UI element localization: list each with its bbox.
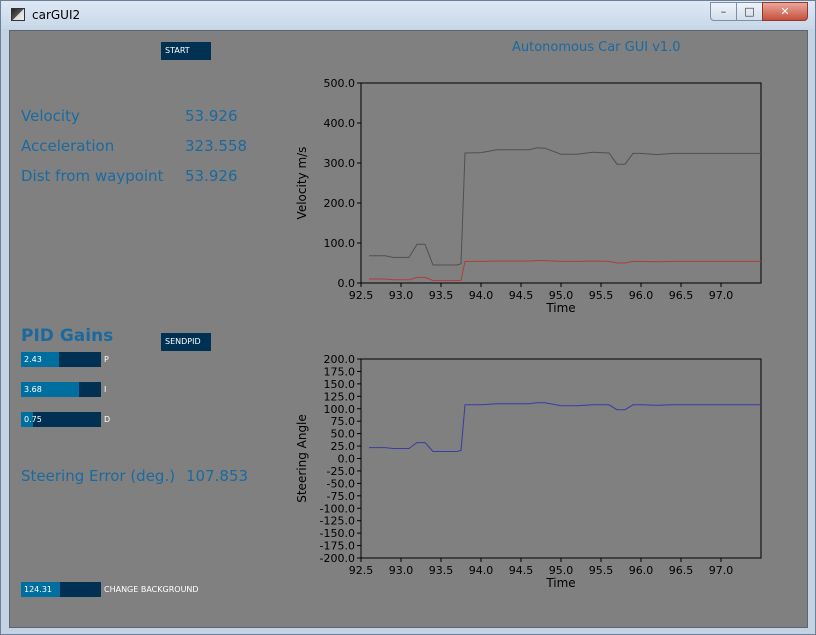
window-title: carGUI2: [32, 8, 81, 22]
velocity-value: 53.926: [185, 107, 238, 125]
maximize-button[interactable]: □: [736, 2, 763, 21]
x-axis-label: Time: [545, 301, 575, 315]
x-tick-label: 94.0: [469, 564, 494, 577]
y-tick-label: 200.0: [324, 353, 356, 366]
background-slider[interactable]: 124.31 CHANGE BACKGROUND: [21, 582, 199, 597]
y-tick-label: -100.0: [320, 502, 355, 515]
x-tick-label: 96.5: [669, 289, 694, 302]
slider-value: 3.68: [24, 385, 42, 394]
title-bar[interactable]: carGUI2 – □ ✕: [1, 1, 815, 29]
x-tick-label: 93.5: [429, 289, 454, 302]
y-tick-label: -50.0: [327, 477, 355, 490]
slider-value: 124.31: [24, 585, 52, 594]
y-tick-label: 75.0: [331, 415, 356, 428]
y-axis-label: Velocity m/s: [295, 147, 309, 220]
x-axis-label: Time: [545, 576, 575, 590]
y-tick-label: 200.0: [324, 197, 356, 210]
y-tick-label: 500.0: [324, 77, 356, 90]
close-button[interactable]: ✕: [762, 2, 808, 21]
app-title: Autonomous Car GUI v1.0: [512, 40, 681, 55]
y-tick-label: 150.0: [324, 378, 356, 391]
x-tick-label: 96.5: [669, 564, 694, 577]
plot-area: [360, 82, 762, 284]
y-tick-label: 125.0: [324, 390, 356, 403]
app-window: carGUI2 – □ ✕ START Autonomous Car GUI v…: [0, 0, 816, 635]
x-tick-label: 96.0: [629, 564, 654, 577]
p-gain-slider[interactable]: 2.43 P: [21, 352, 109, 367]
y-tick-label: -125.0: [320, 515, 355, 528]
app-icon: [11, 8, 25, 21]
x-tick-label: 93.0: [389, 289, 414, 302]
velocity-label: Velocity: [21, 107, 80, 125]
y-tick-label: 100.0: [324, 403, 356, 416]
steering-error-label: Steering Error (deg.): [21, 467, 176, 485]
y-tick-label: 0.0: [338, 453, 356, 466]
slider-caption: CHANGE BACKGROUND: [104, 585, 199, 594]
slider-value: 2.43: [24, 355, 42, 364]
i-gain-slider[interactable]: 3.68 I: [21, 382, 106, 397]
dist-label: Dist from waypoint: [21, 167, 164, 185]
minimize-button[interactable]: –: [710, 2, 737, 21]
sendpid-button[interactable]: SENDPID: [161, 333, 211, 351]
x-tick-label: 92.5: [349, 564, 374, 577]
y-tick-label: 175.0: [324, 365, 356, 378]
x-tick-label: 94.0: [469, 289, 494, 302]
acceleration-label: Acceleration: [21, 137, 115, 155]
y-tick-label: -75.0: [327, 490, 355, 503]
y-tick-label: 100.0: [324, 237, 356, 250]
y-tick-label: -25.0: [327, 465, 355, 478]
x-tick-label: 95.5: [589, 564, 614, 577]
pid-gains-heading: PID Gains: [21, 326, 114, 346]
x-tick-label: 93.5: [429, 564, 454, 577]
slider-caption: I: [104, 385, 107, 394]
x-tick-label: 92.5: [349, 289, 374, 302]
y-tick-label: 50.0: [331, 428, 356, 441]
y-tick-label: -150.0: [320, 527, 355, 540]
y-tick-label: 25.0: [331, 440, 356, 453]
x-tick-label: 94.5: [509, 564, 534, 577]
steering-error-value: 107.853: [186, 467, 249, 485]
x-tick-label: 94.5: [509, 289, 534, 302]
dist-value: 53.926: [185, 167, 238, 185]
y-tick-label: -175.0: [320, 540, 355, 553]
d-gain-slider[interactable]: 0.75 D: [21, 412, 110, 427]
slider-value: 0.75: [24, 415, 42, 424]
slider-caption: D: [104, 415, 111, 424]
plot-area: [360, 358, 762, 559]
start-button[interactable]: START: [161, 42, 211, 60]
y-axis-label: Steering Angle: [295, 414, 309, 503]
y-tick-label: 300.0: [324, 157, 356, 170]
x-tick-label: 97.0: [709, 289, 734, 302]
sketch-canvas: START Autonomous Car GUI v1.0 Velocity 5…: [9, 30, 808, 628]
y-tick-label: 400.0: [324, 117, 356, 130]
slider-caption: P: [104, 355, 109, 364]
x-tick-label: 93.0: [389, 564, 414, 577]
x-tick-label: 95.5: [589, 289, 614, 302]
x-tick-label: 97.0: [709, 564, 734, 577]
steering-angle-chart: -200.0-175.0-150.0-125.0-100.0-75.0-50.0…: [295, 353, 762, 590]
x-tick-label: 96.0: [629, 289, 654, 302]
velocity-chart: 0.0100.0200.0300.0400.0500.092.5 93.0 93.5…: [295, 77, 762, 315]
acceleration-value: 323.558: [185, 137, 248, 155]
